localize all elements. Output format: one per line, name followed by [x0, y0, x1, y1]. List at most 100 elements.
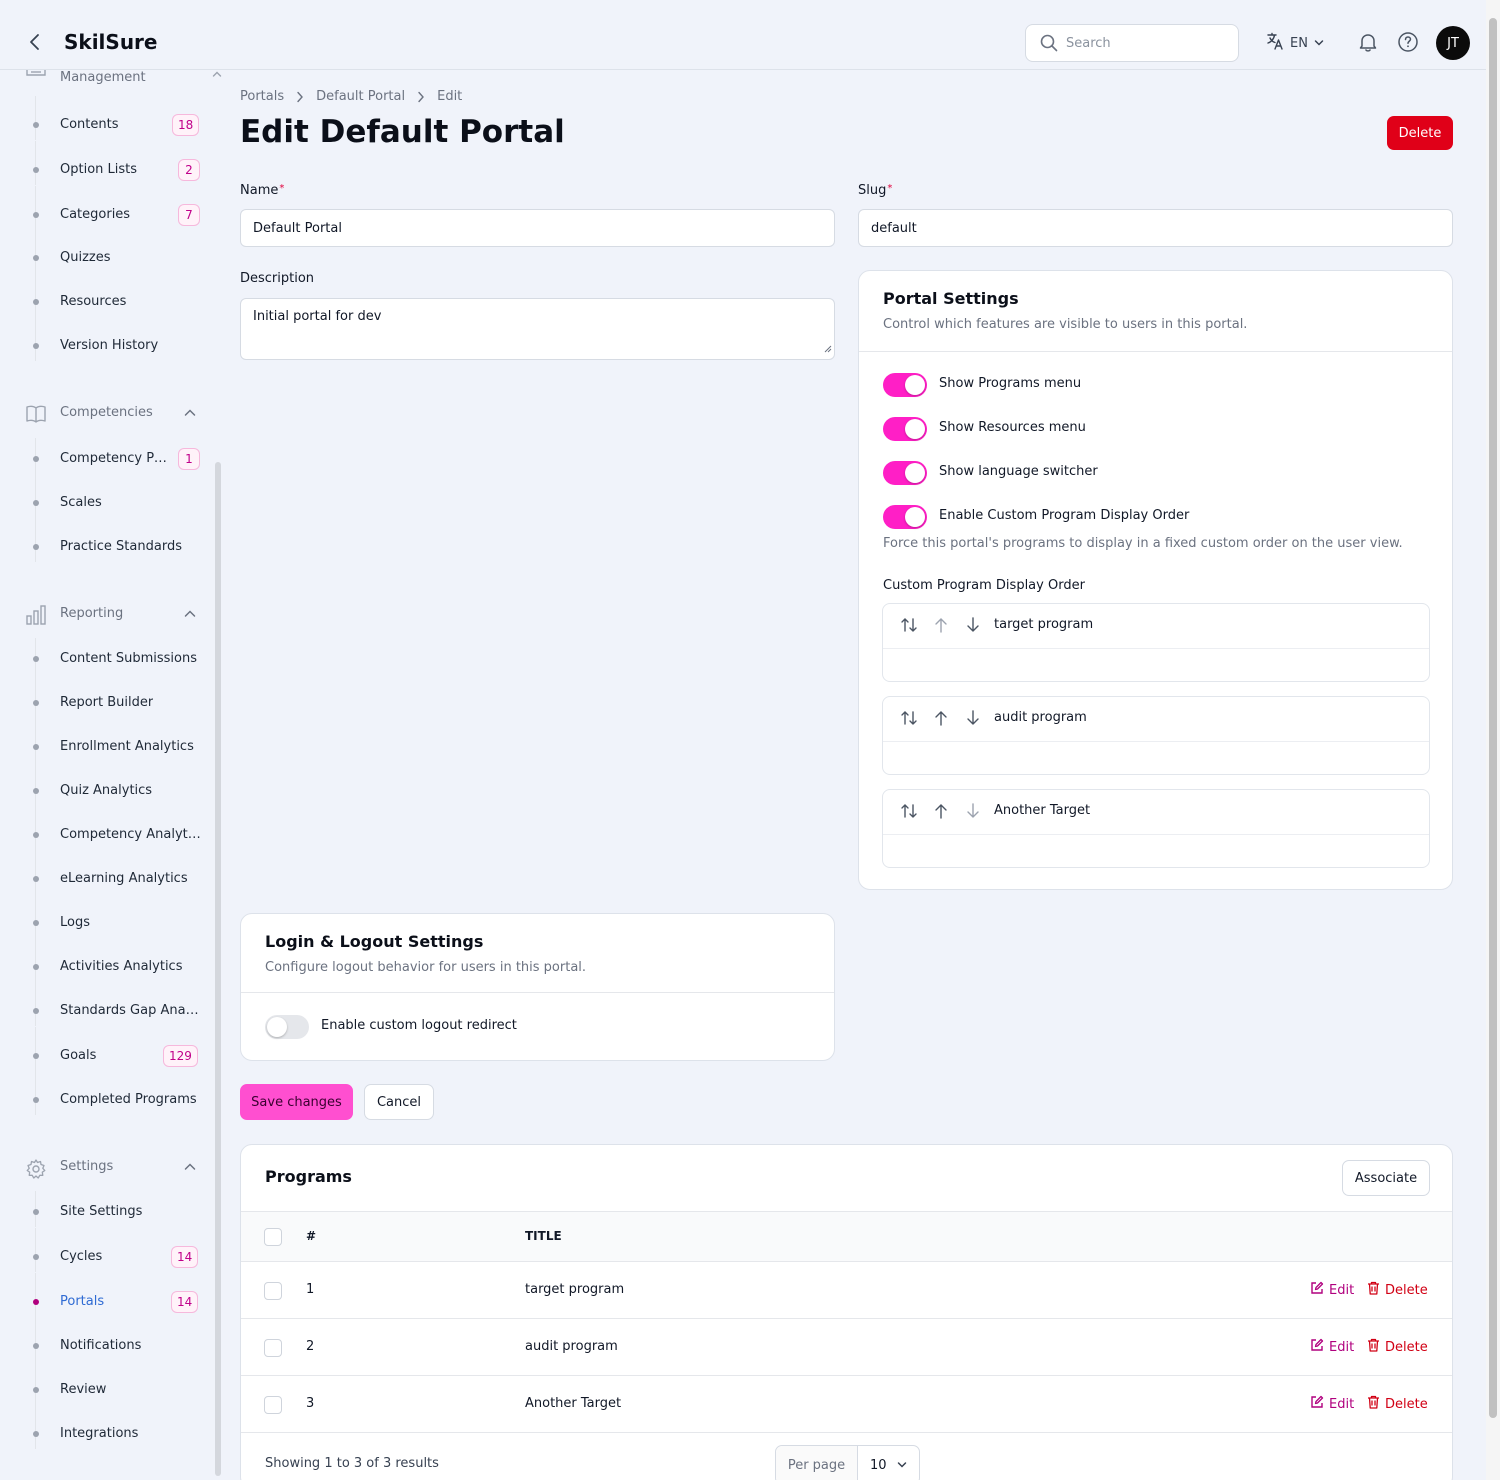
delete-button[interactable]: Delete — [1367, 1395, 1428, 1413]
sidebar-item-portals[interactable]: Portals 14 — [0, 1273, 224, 1317]
drag-sort-icon[interactable] — [900, 802, 918, 824]
sidebar-item-notifications[interactable]: Notifications — [0, 1317, 224, 1361]
sidebar-item-review[interactable]: Review — [0, 1361, 224, 1405]
sidebar-item-content-submissions[interactable]: Content Submissions — [0, 638, 224, 674]
arrow-up-icon[interactable] — [933, 616, 949, 638]
toggle-custom-logout-redirect[interactable] — [265, 1015, 309, 1039]
sidebar-item-activities-analytics[interactable]: Activities Analytics — [0, 938, 224, 982]
chevron-right-icon — [417, 91, 425, 103]
login-logout-card: Login & Logout Settings Configure logout… — [240, 913, 835, 1061]
sidebar-item-scales[interactable]: Scales — [0, 474, 224, 518]
language-switcher[interactable]: EN — [1266, 32, 1324, 54]
sidebar-group-reporting[interactable]: Reporting — [0, 603, 224, 627]
sidebar-item-completed-programs[interactable]: Completed Programs — [0, 1071, 224, 1115]
search-box[interactable] — [1025, 24, 1239, 62]
sidebar-item-quiz-analytics[interactable]: Quiz Analytics — [0, 762, 224, 806]
row-checkbox[interactable] — [264, 1339, 282, 1357]
toggle-label: Enable custom logout redirect — [321, 1018, 517, 1033]
toggle-show-language-switcher[interactable] — [883, 461, 927, 485]
arrow-down-icon[interactable] — [965, 616, 981, 638]
order-help-text: Force this portal's programs to display … — [883, 536, 1403, 551]
sidebar-item-cycles[interactable]: Cycles 14 — [0, 1228, 224, 1272]
select-all-checkbox[interactable] — [264, 1228, 282, 1246]
page-scrollbar[interactable] — [1486, 0, 1500, 1480]
toggle-show-programs-menu[interactable] — [883, 373, 927, 397]
breadcrumb-default-portal[interactable]: Default Portal — [316, 89, 405, 104]
sidebar-scrollbar[interactable] — [215, 462, 221, 1476]
toggle-custom-program-order[interactable] — [883, 505, 927, 529]
page-title: Edit Default Portal — [240, 114, 565, 150]
sidebar-item-quizzes[interactable]: Quizzes — [0, 229, 224, 273]
programs-table-card: Programs Associate # TITLE 1 target prog… — [240, 1144, 1453, 1480]
toggle-label: Enable Custom Program Display Order — [939, 508, 1190, 523]
bell-icon[interactable] — [1357, 31, 1379, 57]
drag-sort-icon[interactable] — [900, 709, 918, 731]
order-item[interactable]: Another Target — [882, 789, 1430, 868]
sidebar-item-enrollment-analytics[interactable]: Enrollment Analytics — [0, 718, 224, 762]
sidebar-group-competencies[interactable]: Competencies — [0, 402, 224, 426]
back-icon[interactable] — [24, 30, 44, 54]
edit-button[interactable]: Edit — [1310, 1281, 1354, 1299]
edit-icon — [1310, 1395, 1324, 1413]
avatar[interactable]: JT — [1436, 26, 1470, 60]
row-number: 1 — [306, 1282, 315, 1297]
associate-button[interactable]: Associate — [1342, 1160, 1430, 1196]
order-label: Custom Program Display Order — [883, 578, 1085, 593]
sidebar-item-categories[interactable]: Categories 7 — [0, 186, 224, 230]
row-checkbox[interactable] — [264, 1282, 282, 1300]
save-button[interactable]: Save changes — [240, 1084, 353, 1120]
chevron-up-icon — [212, 70, 222, 82]
row-number: 3 — [306, 1396, 315, 1411]
slug-field[interactable]: default — [858, 209, 1453, 247]
sidebar-item-report-builder[interactable]: Report Builder — [0, 674, 224, 718]
order-item[interactable]: audit program — [882, 696, 1430, 775]
sidebar-item-practice-standards[interactable]: Practice Standards — [0, 518, 224, 562]
order-item-title: Another Target — [994, 803, 1091, 818]
description-field[interactable]: Initial portal for dev — [240, 298, 835, 360]
sidebar-group-settings[interactable]: Settings — [0, 1156, 224, 1180]
sidebar-item-version-history[interactable]: Version History — [0, 317, 224, 361]
sidebar-item-goals[interactable]: Goals 129 — [0, 1027, 224, 1071]
row-checkbox[interactable] — [264, 1396, 282, 1414]
row-title: target program — [525, 1282, 625, 1297]
sidebar-item-resources[interactable]: Resources — [0, 273, 224, 317]
delete-button[interactable]: Delete — [1367, 1338, 1428, 1356]
sidebar: Management Contents 18 Option Lists 2 Ca… — [0, 70, 224, 1480]
toggle-show-resources-menu[interactable] — [883, 417, 927, 441]
edit-button[interactable]: Edit — [1310, 1395, 1354, 1413]
row-title: Another Target — [525, 1396, 622, 1411]
language-label: EN — [1290, 35, 1308, 51]
count-badge: 129 — [163, 1045, 198, 1067]
order-item[interactable]: target program — [882, 603, 1430, 682]
sidebar-item-standards-gap-analysis[interactable]: Standards Gap Analysis — [0, 982, 224, 1026]
arrow-up-icon[interactable] — [933, 802, 949, 824]
sidebar-item-option-lists[interactable]: Option Lists 2 — [0, 141, 224, 185]
sidebar-item-elearning-analytics[interactable]: eLearning Analytics — [0, 850, 224, 894]
column-header-title[interactable]: TITLE — [525, 1229, 562, 1243]
arrow-up-icon[interactable] — [933, 709, 949, 731]
sidebar-item-contents[interactable]: Contents 18 — [0, 96, 224, 140]
delete-portal-button[interactable]: Delete — [1387, 116, 1453, 150]
resize-handle-icon[interactable] — [824, 342, 832, 357]
sidebar-item-competency-profiles[interactable]: Competency Profiles 1 — [0, 438, 224, 474]
name-field[interactable]: Default Portal — [240, 209, 835, 247]
arrow-down-icon[interactable] — [965, 802, 981, 824]
edit-button[interactable]: Edit — [1310, 1338, 1354, 1356]
sidebar-item-site-settings[interactable]: Site Settings — [0, 1191, 224, 1227]
search-input[interactable] — [1066, 33, 1226, 53]
sidebar-group-management[interactable]: Management — [0, 70, 224, 91]
per-page-select[interactable]: Per page 10 — [775, 1445, 920, 1480]
per-page-label: Per page — [776, 1446, 858, 1480]
list-icon — [25, 70, 47, 87]
arrow-down-icon[interactable] — [965, 709, 981, 731]
cancel-button[interactable]: Cancel — [364, 1084, 434, 1120]
sidebar-item-logs[interactable]: Logs — [0, 894, 224, 938]
sidebar-item-competency-analytics[interactable]: Competency Analytics — [0, 806, 224, 850]
help-icon[interactable] — [1397, 31, 1419, 57]
breadcrumb-portals[interactable]: Portals — [240, 89, 284, 104]
sidebar-item-integrations[interactable]: Integrations — [0, 1405, 224, 1449]
column-header-number[interactable]: # — [306, 1229, 316, 1243]
delete-button[interactable]: Delete — [1367, 1281, 1428, 1299]
drag-sort-icon[interactable] — [900, 616, 918, 638]
table-header: # TITLE — [241, 1211, 1452, 1262]
